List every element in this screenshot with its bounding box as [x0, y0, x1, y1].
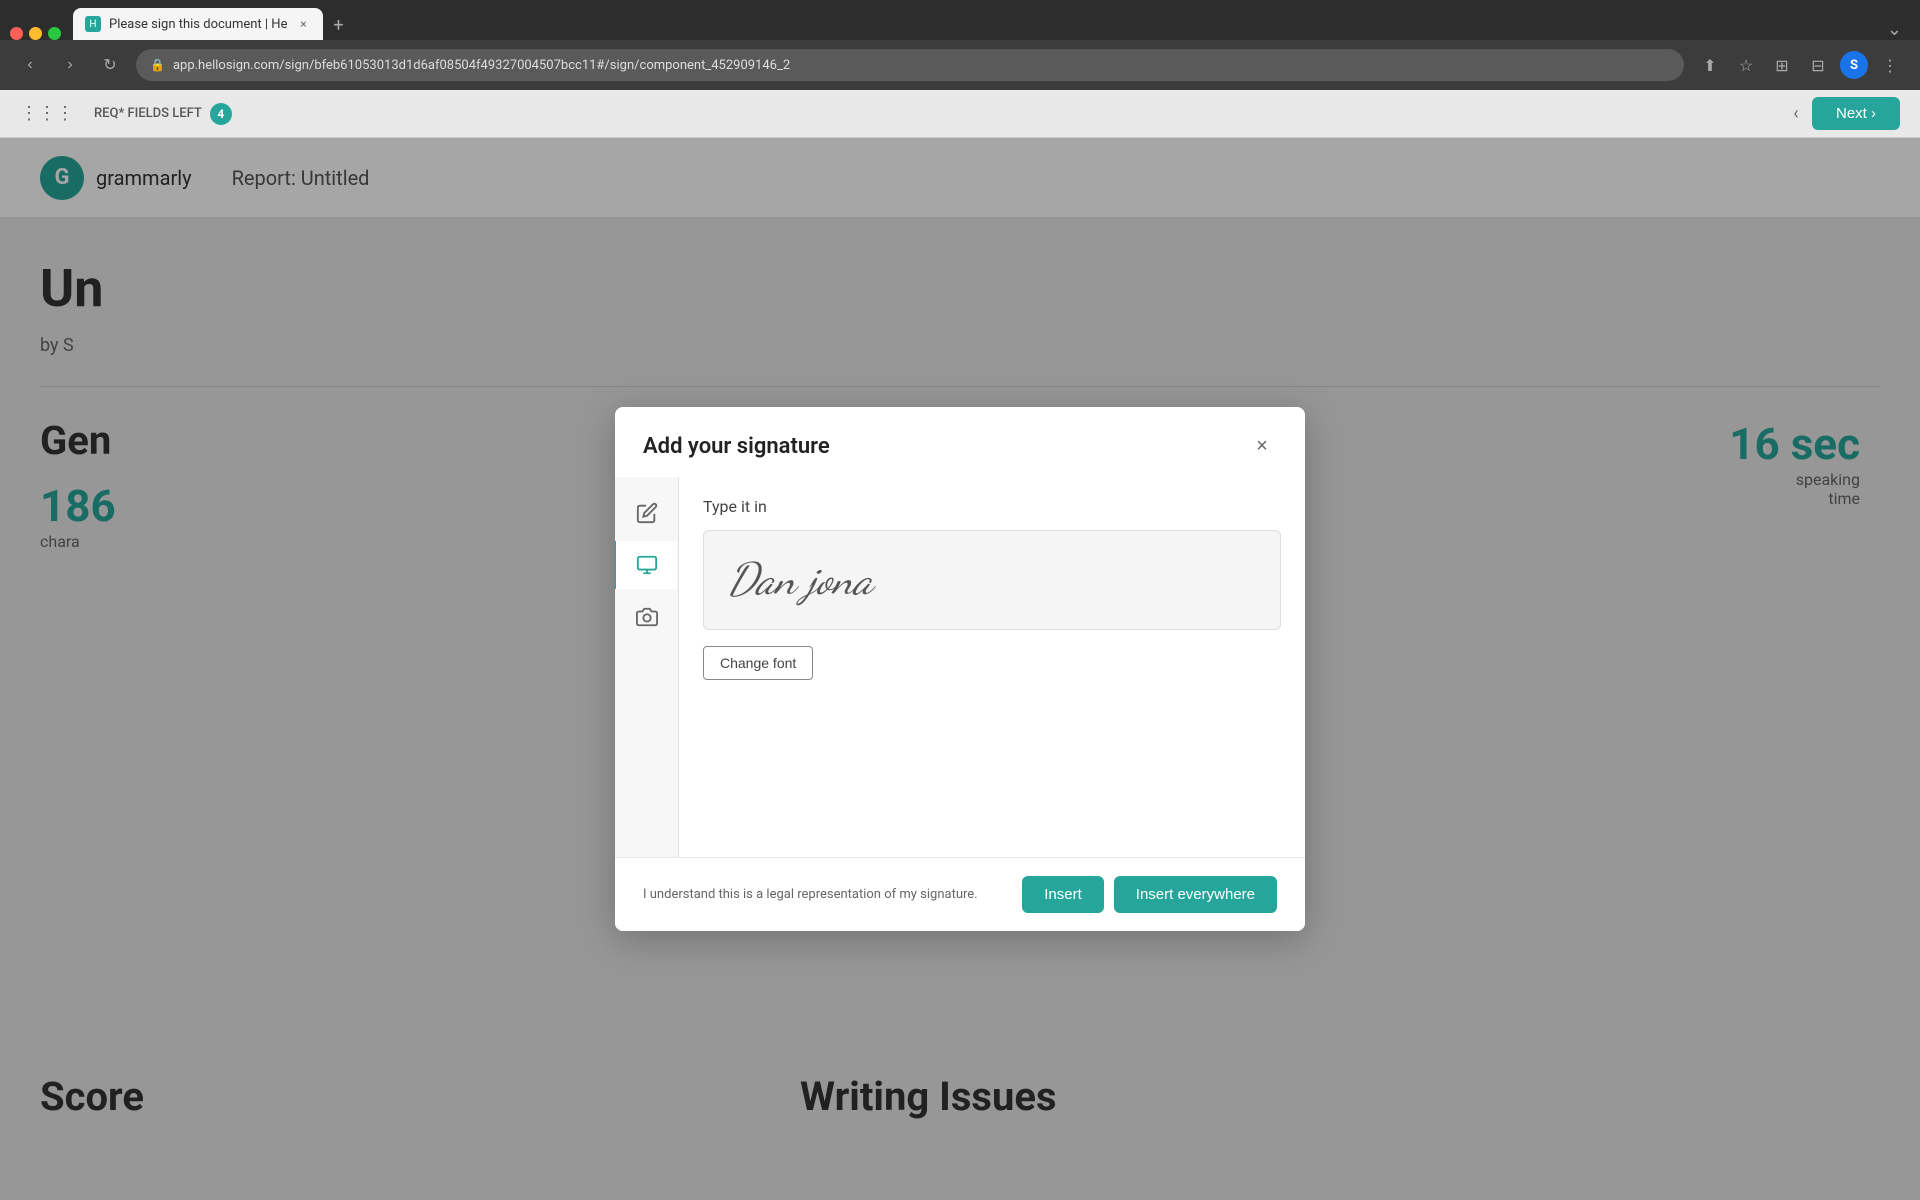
tab-list-button[interactable]: ⌄	[1879, 19, 1910, 40]
hamburger-menu[interactable]: ⋮⋮⋮	[20, 103, 74, 124]
side-tabs	[615, 477, 679, 857]
traffic-lights	[10, 27, 61, 40]
fields-left-label: REQ* FIELDS LEFT	[94, 106, 202, 121]
signature-text: Dan jona	[728, 554, 873, 606]
page-content: G grammarly Report: Untitled Un by S Gen…	[0, 138, 1920, 1200]
modal-header: Add your signature ×	[615, 407, 1305, 477]
fields-count-badge: 4	[210, 103, 232, 125]
traffic-light-yellow[interactable]	[29, 27, 42, 40]
tab-draw[interactable]	[623, 489, 671, 537]
insert-button[interactable]: Insert	[1022, 876, 1104, 913]
new-tab-button[interactable]: +	[323, 10, 353, 40]
traffic-light-green[interactable]	[48, 27, 61, 40]
footer-actions: Insert Insert everywhere	[1022, 876, 1277, 913]
modal-backdrop[interactable]: Add your signature ×	[0, 138, 1920, 1200]
modal-close-button[interactable]: ×	[1247, 431, 1277, 461]
app-nav-back[interactable]: ‹	[1780, 98, 1812, 130]
traffic-light-red[interactable]	[10, 27, 23, 40]
tab-close-button[interactable]: ×	[295, 16, 311, 32]
menu-icon[interactable]: ⋮	[1876, 51, 1904, 79]
page-background: G grammarly Report: Untitled Un by S Gen…	[0, 138, 1920, 1200]
refresh-button[interactable]: ↻	[96, 51, 124, 79]
next-button[interactable]: Next ›	[1812, 97, 1900, 130]
share-icon[interactable]: ⬆	[1696, 51, 1724, 79]
url-text: app.hellosign.com/sign/bfeb61053013d1d6a…	[173, 58, 790, 73]
modal-main: Type it in Dan jona Change font	[679, 477, 1305, 857]
profile-button[interactable]: S	[1840, 51, 1868, 79]
extensions-icon[interactable]: ⊞	[1768, 51, 1796, 79]
lock-icon: 🔒	[150, 58, 165, 72]
browser-chrome: H Please sign this document | He × + ⌄ ‹…	[0, 0, 1920, 90]
modal-body: Type it in Dan jona Change font	[615, 477, 1305, 857]
signature-display-area[interactable]: Dan jona	[703, 530, 1281, 630]
sidebar-icon[interactable]: ⊟	[1804, 51, 1832, 79]
tab-favicon: H	[85, 16, 101, 32]
section-label: Type it in	[703, 497, 1281, 516]
tab-bar: H Please sign this document | He × + ⌄	[0, 0, 1920, 40]
tab-type[interactable]	[615, 541, 677, 589]
modal-footer: I understand this is a legal representat…	[615, 857, 1305, 931]
browser-tab[interactable]: H Please sign this document | He ×	[73, 8, 323, 40]
modal-title: Add your signature	[643, 434, 830, 459]
change-font-button[interactable]: Change font	[703, 646, 813, 680]
forward-button[interactable]: ›	[56, 51, 84, 79]
fields-left-indicator: REQ* FIELDS LEFT 4	[94, 103, 232, 125]
address-bar[interactable]: 🔒 app.hellosign.com/sign/bfeb61053013d1d…	[136, 49, 1684, 81]
tab-title: Please sign this document | He	[109, 17, 287, 32]
browser-toolbar: ‹ › ↻ 🔒 app.hellosign.com/sign/bfeb61053…	[0, 40, 1920, 90]
legal-text: I understand this is a legal representat…	[643, 887, 1022, 902]
back-button[interactable]: ‹	[16, 51, 44, 79]
browser-actions: ⬆ ☆ ⊞ ⊟ S ⋮	[1696, 51, 1904, 79]
app-bar: ⋮⋮⋮ REQ* FIELDS LEFT 4 ‹ Next ›	[0, 90, 1920, 138]
signature-modal: Add your signature ×	[615, 407, 1305, 931]
insert-everywhere-button[interactable]: Insert everywhere	[1114, 876, 1277, 913]
tab-upload[interactable]	[623, 593, 671, 641]
bookmark-icon[interactable]: ☆	[1732, 51, 1760, 79]
